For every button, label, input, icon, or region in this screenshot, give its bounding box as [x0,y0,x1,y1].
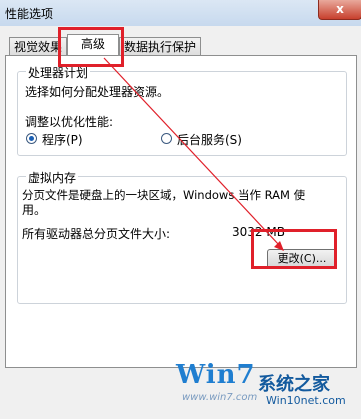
virtual-memory-description-line2: 用。 [22,203,47,217]
background-services-radio-label[interactable]: 后台服务(S) [177,131,242,148]
change-button-label: 更改(C)... [277,252,327,265]
title-bar: 性能选项 x [0,0,361,27]
watermark-logo: Win7 [176,360,256,390]
background-services-radio[interactable] [161,133,172,144]
watermark-tagline: www.win7.com [182,392,258,403]
optimize-label: 调整以优化性能: [25,115,114,129]
programs-radio-label[interactable]: 程序(P) [42,131,83,148]
tab-advanced-label: 高级 [80,37,105,51]
total-paging-file-value: 3032 MB [232,225,285,239]
programs-radio[interactable] [26,133,37,144]
window-title: 性能选项 [5,7,54,21]
processor-scheduling-title: 处理器计划 [26,64,91,81]
tab-data-execution-prevention[interactable]: 数据执行保护 [119,37,201,56]
tab-dep-label: 数据执行保护 [123,40,196,54]
processor-description: 选择如何分配处理器资源。 [25,85,170,99]
change-button[interactable]: 更改(C)... [267,249,337,269]
watermark-url: Win10net.com [266,394,346,407]
tab-advanced[interactable]: 高级 [67,34,119,56]
watermark-brand: 系统之家 [258,374,330,395]
tab-visual-effects[interactable]: 视觉效果 [9,37,67,56]
processor-scheduling-group: 处理器计划 选择如何分配处理器资源。 调整以优化性能: 程序(P) 后台服务(S… [17,64,347,156]
tab-visual-effects-label: 视觉效果 [13,40,62,54]
total-paging-file-label: 所有驱动器总分页文件大小: [22,227,171,241]
watermark: Win7 系统之家 www.win7.com Win10net.com [176,354,360,416]
tab-panel-advanced: 处理器计划 选择如何分配处理器资源。 调整以优化性能: 程序(P) 后台服务(S… [5,55,357,368]
radio-selected-dot [29,136,34,141]
close-icon: x [336,2,344,16]
close-button[interactable]: x [318,0,361,20]
virtual-memory-description-line1: 分页文件是硬盘上的一块区域，Windows 当作 RAM 使 [22,188,306,202]
virtual-memory-group: 虚拟内存 分页文件是硬盘上的一块区域，Windows 当作 RAM 使 用。 所… [17,169,347,304]
virtual-memory-title: 虚拟内存 [26,169,79,186]
